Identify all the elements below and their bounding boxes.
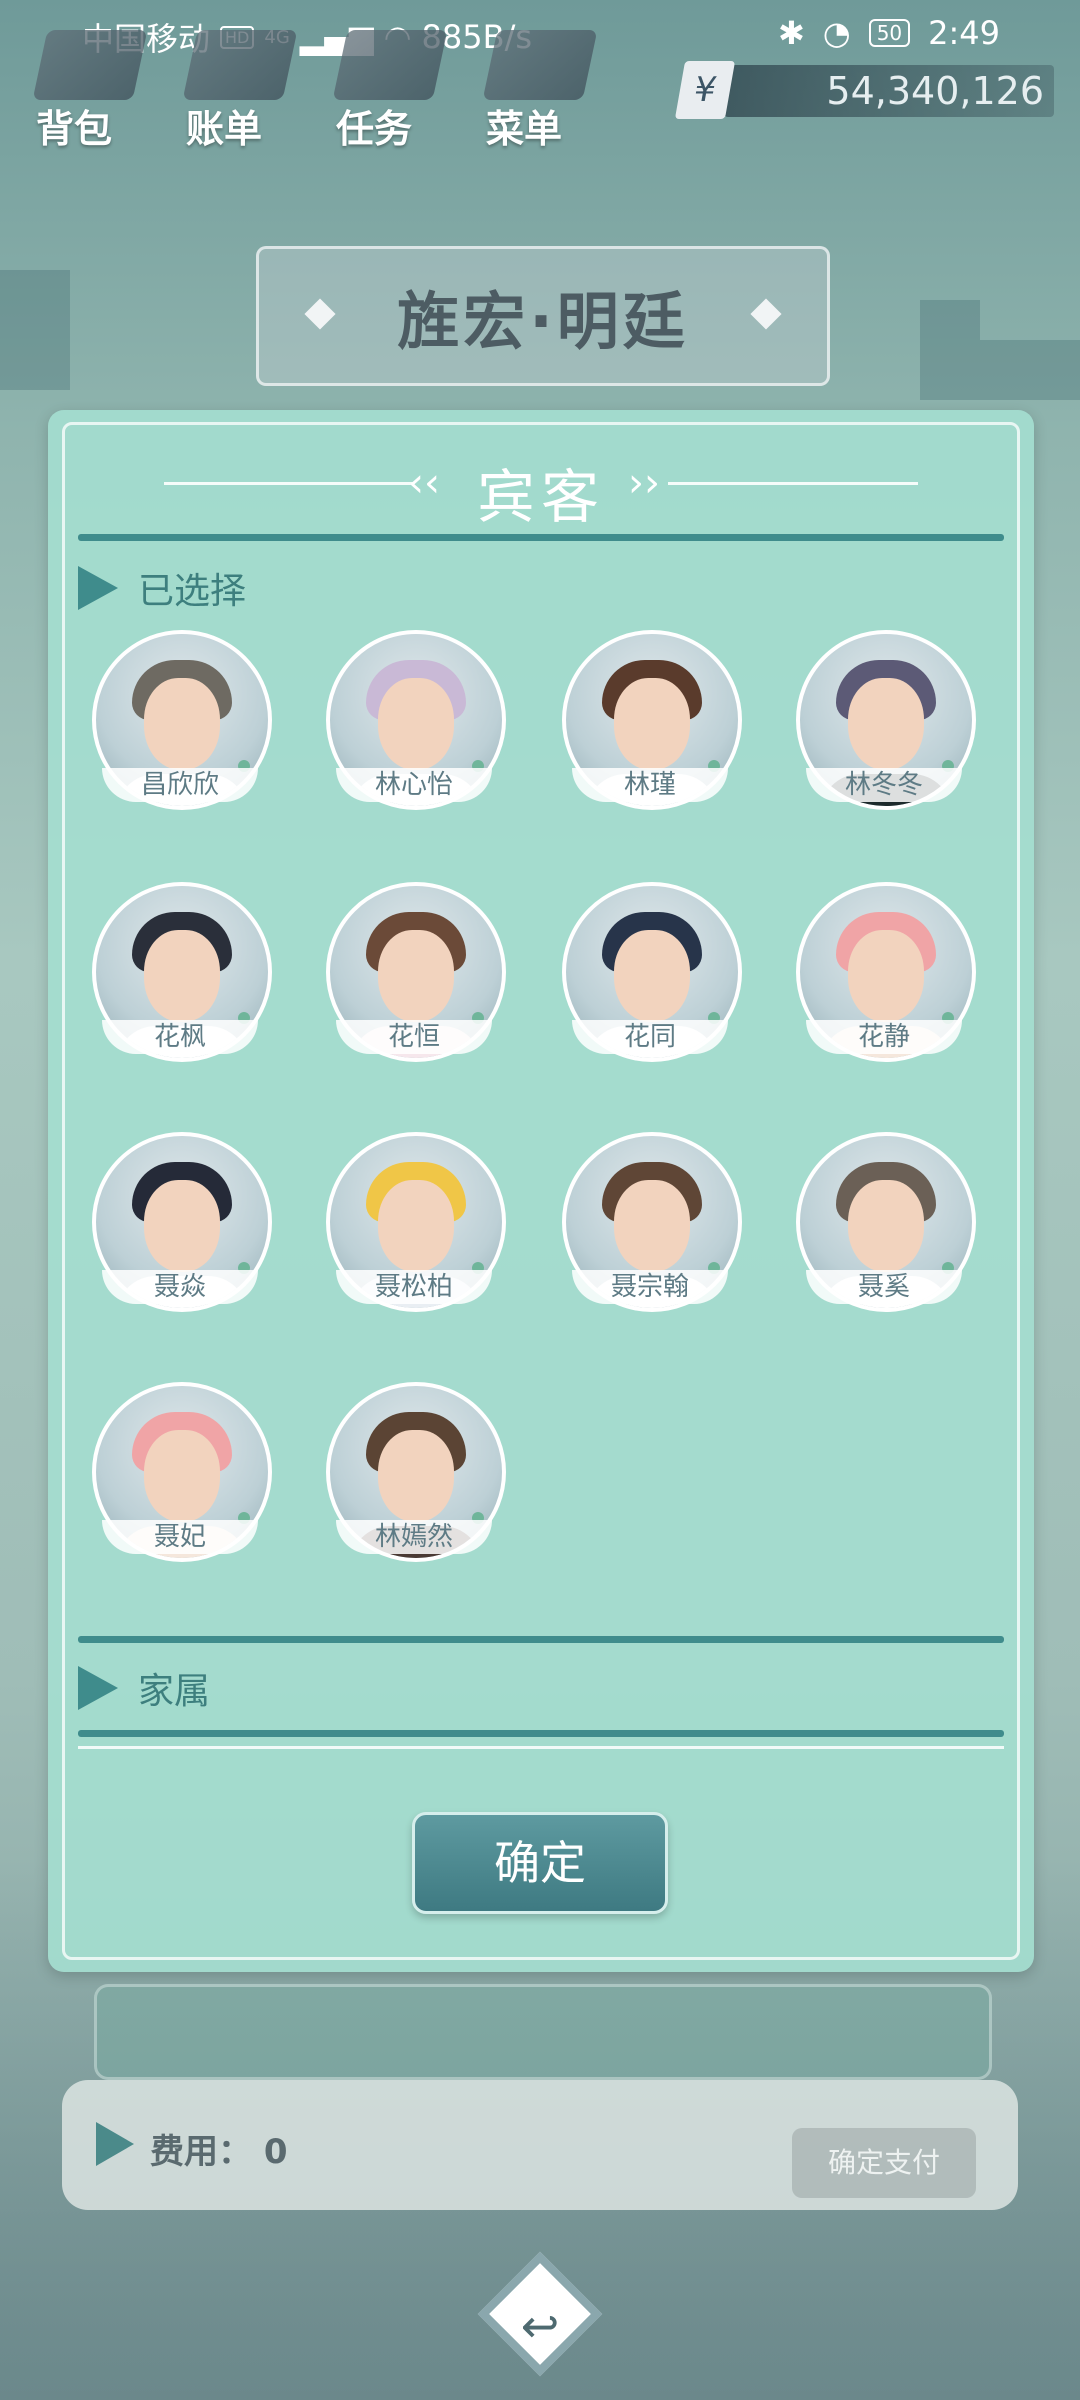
guest-avatar-item[interactable]: 林冬冬 <box>796 630 976 820</box>
guest-name: 花同 <box>572 1020 728 1054</box>
avatar-face <box>378 678 454 770</box>
avatar-face <box>614 678 690 770</box>
bill-icon <box>182 30 298 100</box>
chevron-right-icon: ›› <box>628 460 660 506</box>
avatar-face <box>144 930 220 1022</box>
background-building <box>920 300 980 400</box>
panel-title: 宾客 <box>476 463 605 531</box>
avatar-face <box>378 930 454 1022</box>
background-building <box>980 340 1080 400</box>
menu-item-label: 菜单 <box>486 107 563 151</box>
title-line-right <box>668 482 918 485</box>
guest-avatar-item[interactable]: 花静 <box>796 882 976 1072</box>
fee-bar: 费用： 0 确定支付 <box>62 2080 1018 2210</box>
guest-avatar-item[interactable]: 聂奚 <box>796 1132 976 1322</box>
confirm-button[interactable]: 确定 <box>412 1812 668 1914</box>
guest-avatar-item[interactable]: 花恒 <box>326 882 506 1072</box>
confirm-pay-button[interactable]: 确定支付 <box>792 2128 976 2198</box>
guest-name: 聂奚 <box>806 1270 962 1304</box>
yuan-icon: ¥ <box>674 61 736 119</box>
avatar-face <box>378 1430 454 1522</box>
avatar-face <box>848 678 924 770</box>
location-banner: 旌宏·明廷 <box>256 246 830 386</box>
guest-avatar-item[interactable]: 花同 <box>562 882 742 1072</box>
triangle-icon <box>78 1666 118 1710</box>
fee-label-text: 费用： <box>150 2132 252 2172</box>
guest-name: 聂宗翰 <box>572 1270 728 1304</box>
backpack-icon <box>32 30 148 100</box>
background-building <box>0 270 70 390</box>
fee-label: 费用： 0 <box>150 2124 288 2173</box>
battery-icon: 50 <box>868 19 911 47</box>
guest-avatar-item[interactable]: 昌欣欣 <box>92 630 272 820</box>
section-selected[interactable]: 已选择 <box>78 562 246 614</box>
guest-name: 林心怡 <box>336 768 492 802</box>
menu-item-menu[interactable]: 菜单 <box>470 20 620 151</box>
avatar-face <box>614 930 690 1022</box>
speed-gauge-icon: ◔ <box>822 14 851 52</box>
menu-item-label: 任务 <box>336 107 413 151</box>
guest-avatar-item[interactable]: 聂妃 <box>92 1382 272 1572</box>
section-divider-thin <box>78 1746 1004 1749</box>
guest-avatar-item[interactable]: 林嫣然 <box>326 1382 506 1572</box>
guest-name: 林嫣然 <box>336 1520 492 1554</box>
guest-avatar-item[interactable]: 聂宗翰 <box>562 1132 742 1322</box>
underlying-card <box>94 1984 992 2080</box>
avatar-face <box>614 1180 690 1272</box>
diamond-ornament-icon <box>750 298 782 330</box>
menu-item-bill[interactable]: 账单 <box>170 20 320 151</box>
menu-item-label: 账单 <box>186 107 263 151</box>
guest-name: 聂松柏 <box>336 1270 492 1304</box>
menu-icon <box>482 30 598 100</box>
avatar-face <box>848 1180 924 1272</box>
guest-avatar-item[interactable]: 林瑾 <box>562 630 742 820</box>
section-divider <box>78 1636 1004 1643</box>
guest-avatar-item[interactable]: 花枫 <box>92 882 272 1072</box>
back-arrow-icon[interactable]: ↩ <box>496 2282 584 2370</box>
guest-avatar-item[interactable]: 聂焱 <box>92 1132 272 1322</box>
avatar-face <box>378 1180 454 1272</box>
section-selected-label: 已选择 <box>138 571 247 612</box>
fee-value: 0 <box>263 2132 288 2172</box>
location-title: 旌宏·明廷 <box>397 285 689 358</box>
clock: 2:49 <box>928 14 1000 52</box>
guest-name: 花枫 <box>102 1020 258 1054</box>
section-divider <box>78 1730 1004 1737</box>
guest-avatar-item[interactable]: 林心怡 <box>326 630 506 820</box>
money-display: ¥ 54,340,126 <box>674 61 1054 119</box>
section-divider <box>78 534 1004 541</box>
diamond-ornament-icon <box>304 298 336 330</box>
avatar-face <box>144 1180 220 1272</box>
triangle-icon <box>78 566 118 610</box>
guest-panel: ‹‹ 宾客 ›› 已选择 昌欣欣 林心怡 林瑾 林冬冬 花枫 花恒 花同 花静 聂焱 聂松柏 聂宗翰… <box>48 410 1034 1972</box>
menu-item-label: 背包 <box>36 107 113 151</box>
guest-name: 聂妃 <box>102 1520 258 1554</box>
avatar-face <box>144 678 220 770</box>
avatar-face <box>144 1430 220 1522</box>
bluetooth-icon: ✱ <box>777 14 805 52</box>
menu-item-backpack[interactable]: 背包 <box>20 20 170 151</box>
guest-name: 昌欣欣 <box>102 768 258 802</box>
triangle-icon <box>96 2122 134 2166</box>
section-family-label: 家属 <box>138 1671 211 1712</box>
task-icon <box>332 30 448 100</box>
top-menu: 背包 账单 任务 菜单 <box>20 20 620 151</box>
guest-name: 花静 <box>806 1020 962 1054</box>
section-family[interactable]: 家属 <box>78 1662 210 1714</box>
guest-avatar-item[interactable]: 聂松柏 <box>326 1132 506 1322</box>
avatar-face <box>848 930 924 1022</box>
guest-name: 聂焱 <box>102 1270 258 1304</box>
menu-item-task[interactable]: 任务 <box>320 20 470 151</box>
guest-name: 林冬冬 <box>806 768 962 802</box>
guest-name: 花恒 <box>336 1020 492 1054</box>
guest-name: 林瑾 <box>572 768 728 802</box>
money-value: 54,340,126 <box>826 69 1044 113</box>
